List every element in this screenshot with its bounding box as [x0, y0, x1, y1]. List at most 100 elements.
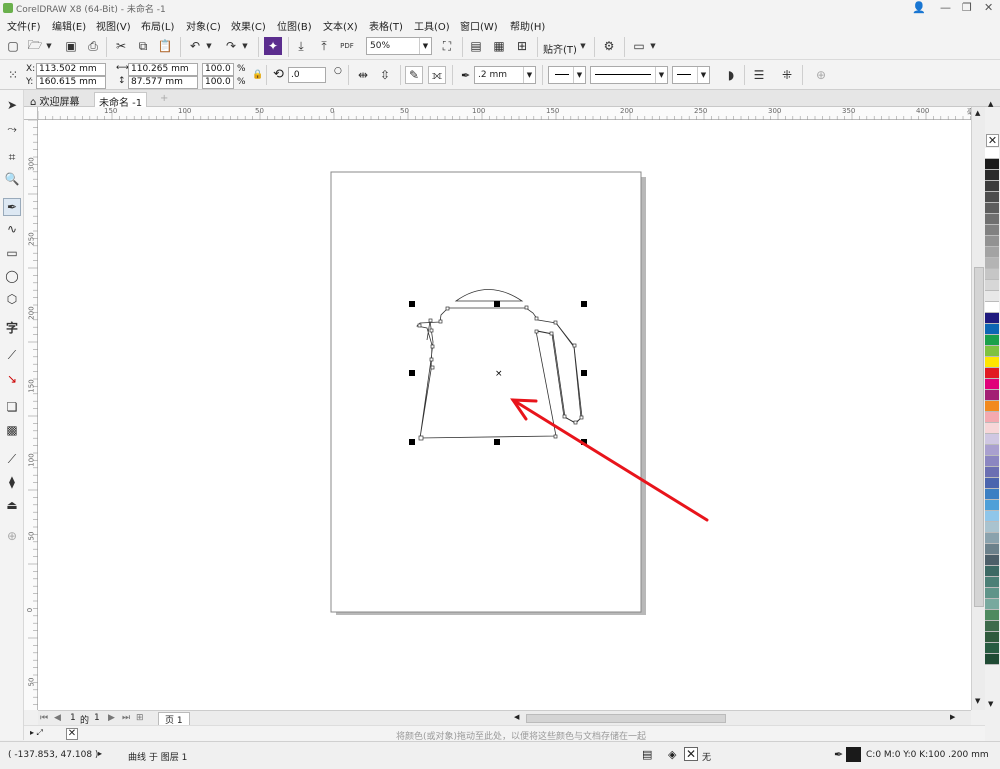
eyedropper-icon[interactable]: ⟋ — [3, 450, 21, 468]
no-fill-swatch[interactable]: ✕ — [66, 728, 78, 740]
palette-swatch[interactable] — [985, 225, 999, 236]
menu-text[interactable]: 文本(X) — [323, 18, 358, 33]
palette-swatch[interactable] — [985, 214, 999, 225]
redo-dropdown-icon[interactable]: ▼ — [240, 37, 250, 55]
add-icon[interactable]: ⊕ — [812, 66, 830, 84]
print-icon[interactable]: ⎙ — [84, 37, 102, 55]
vertical-scrollbar[interactable]: ▲ ▼ — [971, 107, 985, 710]
drawing-canvas[interactable]: × — [38, 120, 971, 710]
palette-swatch[interactable] — [985, 302, 999, 313]
palette-swatch[interactable] — [985, 599, 999, 610]
mirror-vertical-icon[interactable]: ⇳ — [376, 66, 394, 84]
parallel-dimension-icon[interactable]: ⟋ — [3, 346, 21, 364]
application-launcher-icon[interactable]: ▭ — [630, 37, 648, 55]
connector-tool-icon[interactable]: ↘ — [3, 370, 21, 388]
menu-effects[interactable]: 效果(C) — [231, 18, 266, 33]
interactive-fill-icon[interactable]: ⧫ — [3, 473, 21, 491]
options-gear-icon[interactable]: ⚙ — [600, 37, 618, 55]
first-page-icon[interactable]: ⏮ — [40, 713, 48, 723]
palette-swatch[interactable] — [985, 269, 999, 280]
y-position-field[interactable]: 160.615 mm — [36, 76, 106, 89]
palette-swatch[interactable] — [985, 335, 999, 346]
menu-help[interactable]: 帮助(H) — [510, 18, 545, 33]
page-tab[interactable]: 页 1 — [158, 712, 190, 726]
palette-swatch[interactable] — [985, 159, 999, 170]
x-position-field[interactable]: 113.502 mm — [36, 63, 106, 76]
save-icon[interactable]: ▣ — [62, 37, 80, 55]
close-curve-icon[interactable]: ◗ — [722, 66, 740, 84]
menu-file[interactable]: 文件(F) — [7, 18, 41, 33]
pen-tool-icon[interactable]: ✒ — [3, 198, 21, 216]
palette-swatch[interactable] — [985, 544, 999, 555]
corel-connect-icon[interactable]: ✦ — [264, 37, 282, 55]
launcher-dropdown-icon[interactable]: ▼ — [648, 37, 658, 55]
crop-tool-icon[interactable]: ⌗ — [3, 148, 21, 166]
export-icon[interactable]: ⤒ — [315, 37, 333, 55]
horizontal-ruler[interactable]: 150 100 50 0 50 100 150 200 250 300 350 … — [38, 107, 985, 120]
minimize-button[interactable]: — — [940, 1, 951, 14]
object-origin-icon[interactable]: ⁙ — [4, 66, 22, 84]
scroll-up-icon[interactable]: ▲ — [975, 109, 980, 117]
palette-swatch[interactable] — [985, 412, 999, 423]
last-page-icon[interactable]: ⏭ — [122, 713, 130, 723]
restore-button[interactable]: ❐ — [962, 1, 972, 14]
outline-color-swatch[interactable] — [846, 747, 861, 762]
smart-fill-icon[interactable]: ⏏ — [3, 496, 21, 514]
outline-width-select[interactable]: .2 mm ▼ — [474, 66, 536, 84]
palette-swatch[interactable] — [985, 423, 999, 434]
menu-tools[interactable]: 工具(O) — [414, 18, 450, 33]
menu-view[interactable]: 视图(V) — [96, 18, 131, 33]
palette-swatch[interactable] — [985, 280, 999, 291]
palette-swatch[interactable] — [985, 555, 999, 566]
ellipse-tool-icon[interactable]: ◯ — [3, 267, 21, 285]
copy-icon[interactable]: ⧉ — [134, 37, 152, 55]
palette-swatch[interactable] — [985, 478, 999, 489]
color-proof-icon[interactable]: ▤ — [642, 748, 652, 761]
open-icon[interactable]: 🗁 — [26, 37, 44, 55]
menu-bitmaps[interactable]: 位图(B) — [277, 18, 312, 33]
palette-swatch[interactable] — [985, 203, 999, 214]
palette-swatch[interactable] — [985, 357, 999, 368]
no-color-swatch[interactable]: ✕ — [986, 134, 999, 147]
fill-none-swatch[interactable]: ✕ — [684, 747, 698, 761]
palette-swatch[interactable] — [985, 588, 999, 599]
zoom-tool-icon[interactable]: 🔍 — [3, 170, 21, 188]
add-tab-icon[interactable]: + — [156, 92, 172, 107]
palette-swatch[interactable] — [985, 181, 999, 192]
vertical-scroll-thumb[interactable] — [974, 267, 984, 607]
palette-swatch[interactable] — [985, 500, 999, 511]
palette-swatch[interactable] — [985, 324, 999, 335]
scroll-right-icon[interactable]: ▶ — [950, 713, 955, 721]
menu-layout[interactable]: 布局(L) — [141, 18, 174, 33]
snap-dropdown-icon[interactable]: ▼ — [578, 37, 588, 55]
scroll-down-icon[interactable]: ▼ — [975, 697, 980, 705]
quick-trace-icon[interactable]: ⁜ — [778, 66, 796, 84]
palette-swatch[interactable] — [985, 258, 999, 269]
palette-swatch[interactable] — [985, 434, 999, 445]
palette-swatch[interactable] — [985, 247, 999, 258]
palette-swatch[interactable] — [985, 313, 999, 324]
menu-object[interactable]: 对象(C) — [186, 18, 221, 33]
palette-swatch[interactable] — [985, 170, 999, 181]
prev-page-icon[interactable]: ◀ — [54, 713, 61, 723]
palette-swatch[interactable] — [985, 379, 999, 390]
vertical-ruler[interactable]: 300 250 200 150 100 50 0 50 — [24, 120, 38, 710]
menu-edit[interactable]: 编辑(E) — [52, 18, 86, 33]
palette-swatch[interactable] — [985, 632, 999, 643]
cut-icon[interactable]: ✂ — [112, 37, 130, 55]
transparency-icon[interactable]: ▩ — [3, 421, 21, 439]
center-marker-icon[interactable]: × — [495, 369, 503, 379]
palette-swatch[interactable] — [985, 654, 999, 665]
show-guidelines-icon[interactable]: ⊞ — [513, 37, 531, 55]
palette-swatch[interactable] — [985, 148, 999, 159]
palette-swatch[interactable] — [985, 577, 999, 588]
undo-icon[interactable]: ↶ — [186, 37, 204, 55]
palette-swatch[interactable] — [985, 346, 999, 357]
palette-swatch[interactable] — [985, 610, 999, 621]
palette-swatch[interactable] — [985, 291, 999, 302]
rectangle-tool-icon[interactable]: ▭ — [3, 244, 21, 262]
palette-swatch[interactable] — [985, 401, 999, 412]
import-icon[interactable]: ⤓ — [292, 37, 310, 55]
width-field[interactable]: 110.265 mm — [128, 63, 198, 76]
next-page-icon[interactable]: ▶ — [108, 713, 115, 723]
